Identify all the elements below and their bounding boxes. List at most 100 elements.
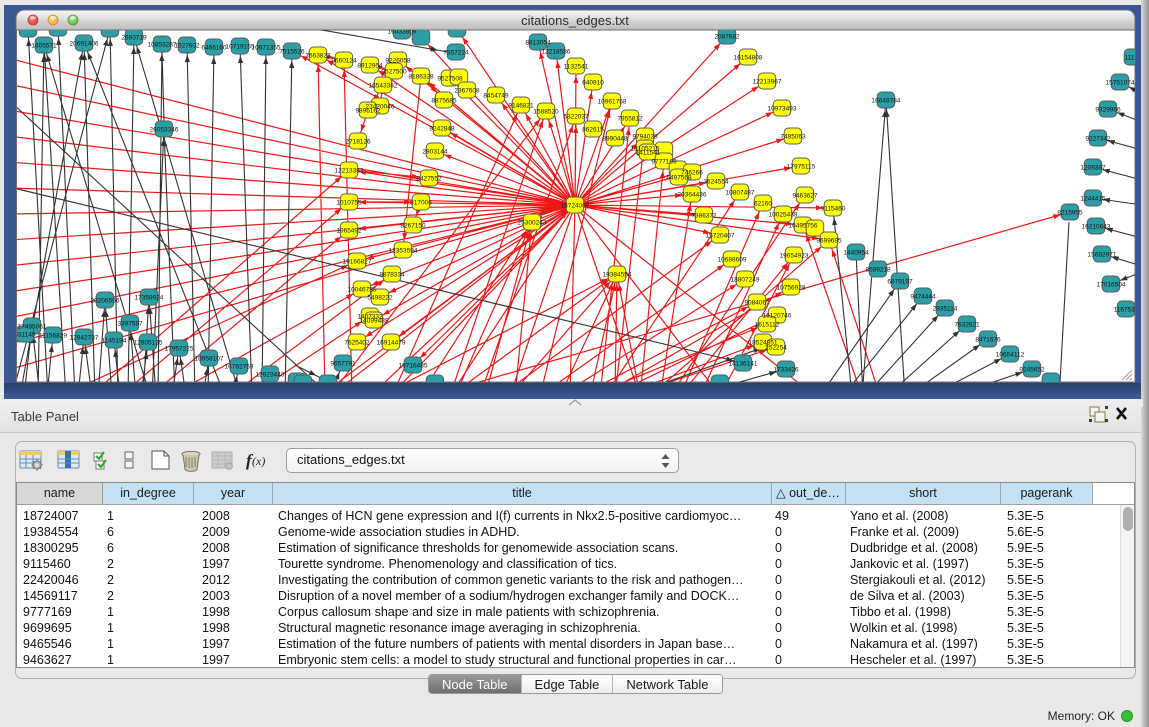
svg-text:331149: 331149: [14, 331, 36, 338]
svg-text:19654923: 19654923: [780, 252, 809, 259]
svg-text:7515526: 7515526: [279, 48, 305, 55]
svg-text:10807487: 10807487: [726, 189, 755, 196]
svg-text:8186328: 8186328: [408, 73, 434, 80]
svg-text:17957225: 17957225: [165, 345, 194, 352]
svg-text:1733426: 1733426: [773, 366, 799, 373]
svg-text:1527602: 1527602: [174, 42, 200, 49]
svg-text:8589218: 8589218: [865, 266, 891, 273]
svg-text:6322037: 6322037: [563, 113, 589, 120]
svg-text:1132541: 1132541: [564, 63, 589, 70]
svg-text:9794028: 9794028: [632, 133, 658, 140]
svg-text:17975115: 17975115: [787, 163, 816, 170]
svg-text:10961758: 10961758: [598, 98, 627, 105]
svg-text:2935114: 2935114: [933, 305, 958, 312]
svg-text:1440954: 1440954: [843, 249, 869, 256]
svg-text:8990448: 8990448: [602, 135, 628, 142]
svg-text:8878334: 8878334: [379, 271, 405, 278]
svg-text:9660124: 9660124: [331, 57, 357, 64]
svg-text:16120746: 16120746: [763, 312, 792, 319]
svg-text:12353594: 12353594: [389, 247, 418, 254]
svg-text:9084067: 9084067: [744, 299, 770, 306]
svg-text:3624554: 3624554: [703, 178, 729, 185]
svg-text:2718126: 2718126: [345, 138, 371, 145]
svg-text:9777169: 9777169: [651, 158, 677, 165]
svg-text:17435061: 17435061: [18, 323, 47, 330]
svg-text:2803144: 2803144: [422, 148, 448, 155]
svg-text:12905135: 12905135: [134, 339, 163, 346]
svg-text:640910: 640910: [582, 79, 604, 86]
svg-text:18724007: 18724007: [561, 202, 590, 209]
svg-text:20206556: 20206556: [91, 297, 120, 304]
svg-text:12923448: 12923448: [256, 371, 285, 378]
svg-text:10719155: 10719155: [226, 43, 255, 50]
svg-text:12942737: 12942737: [70, 334, 99, 341]
svg-text:14099489: 14099489: [360, 317, 389, 324]
svg-text:7625402: 7625402: [344, 339, 370, 346]
svg-text:2367608: 2367608: [454, 87, 480, 94]
svg-text:2693719: 2693719: [121, 34, 147, 41]
svg-text:5498222: 5498222: [367, 294, 393, 301]
svg-text:3397587: 3397587: [117, 320, 143, 327]
svg-text:9527508: 9527508: [437, 75, 463, 82]
svg-text:8215955: 8215955: [1057, 209, 1083, 216]
svg-text:20691406: 20691406: [70, 40, 99, 47]
svg-text:6879197: 6879197: [887, 278, 913, 285]
svg-text:10958107: 10958107: [195, 355, 224, 362]
svg-text:10025438: 10025438: [769, 211, 798, 218]
svg-text:1965492: 1965492: [336, 227, 362, 234]
svg-text:(x): (x): [252, 454, 265, 468]
svg-text:19166827: 19166827: [343, 258, 372, 265]
svg-text:1244415: 1244415: [1080, 195, 1106, 202]
svg-text:12213383: 12213383: [335, 167, 364, 174]
svg-text:9463627: 9463627: [792, 192, 818, 199]
svg-text:10688609: 10688609: [718, 256, 747, 263]
svg-text:16648784: 16648784: [872, 97, 901, 104]
svg-text:8813054: 8813054: [525, 39, 551, 46]
svg-text:25300243: 25300243: [518, 219, 547, 226]
svg-text:862615: 862615: [582, 126, 604, 133]
svg-text:10756928: 10756928: [777, 284, 806, 291]
svg-text:1145194: 1145194: [102, 337, 127, 344]
svg-text:16154808: 16154808: [734, 54, 763, 61]
svg-text:9115460: 9115460: [821, 205, 846, 212]
svg-text:19716485: 19716485: [399, 362, 428, 369]
svg-text:8912954: 8912954: [357, 62, 383, 69]
svg-text:11156829: 11156829: [39, 332, 67, 339]
svg-text:9227342: 9227342: [1085, 135, 1111, 142]
svg-text:8471676: 8471676: [975, 336, 1001, 343]
svg-text:12213967: 12213967: [753, 78, 782, 85]
svg-text:62160: 62160: [754, 200, 772, 207]
svg-text:6466160: 6466160: [201, 44, 227, 51]
svg-text:7386372: 7386372: [691, 212, 717, 219]
svg-text:9146821: 9146821: [508, 102, 534, 109]
svg-text:16782759: 16782759: [225, 363, 254, 370]
svg-text:9699695: 9699695: [816, 237, 842, 244]
svg-text:9474444: 9474444: [910, 293, 936, 300]
svg-text:9329966: 9329966: [1095, 106, 1121, 113]
svg-text:8267150: 8267150: [400, 222, 426, 229]
svg-text:7485063: 7485063: [780, 133, 806, 140]
svg-text:10973493: 10973493: [768, 105, 797, 112]
svg-text:1010755: 1010755: [336, 199, 362, 206]
svg-text:15720407: 15720407: [706, 232, 735, 239]
svg-text:7955812: 7955812: [617, 115, 643, 122]
svg-text:14136141: 14136141: [729, 360, 758, 367]
svg-text:1615112: 1615112: [755, 321, 780, 328]
svg-text:16210643: 16210643: [1082, 223, 1111, 230]
svg-text:9657791: 9657791: [330, 360, 356, 367]
svg-text:17016504: 17016504: [1097, 281, 1126, 288]
svg-text:9527500: 9527500: [381, 68, 407, 75]
svg-text:16543382: 16543382: [369, 82, 398, 89]
svg-text:10046755: 10046755: [348, 286, 377, 293]
svg-text:9245652: 9245652: [1019, 366, 1045, 373]
svg-text:19384554: 19384554: [603, 271, 632, 278]
svg-text:8875685: 8875685: [431, 97, 457, 104]
svg-text:8454749: 8454749: [483, 92, 509, 99]
svg-text:12218586: 12218586: [542, 48, 571, 55]
svg-text:7632621: 7632621: [954, 321, 980, 328]
svg-text:10671355: 10671355: [252, 44, 281, 51]
svg-text:15692971: 15692971: [1088, 251, 1117, 258]
svg-text:16495756: 16495756: [789, 222, 818, 229]
svg-text:16914479: 16914479: [377, 339, 406, 346]
svg-text:10853287: 10853287: [148, 41, 177, 48]
